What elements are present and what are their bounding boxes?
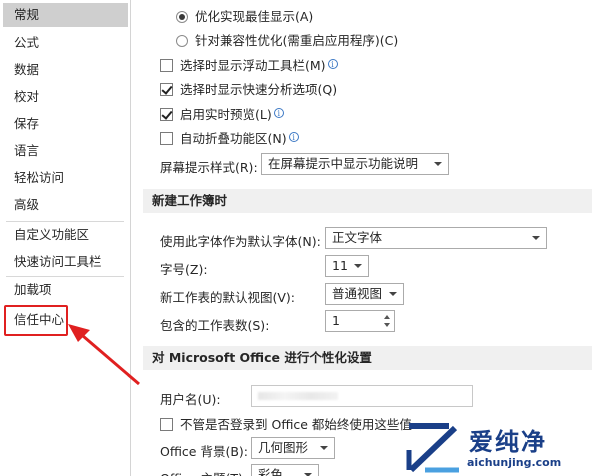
- office-theme-label: Office 主题(T):: [160, 468, 247, 476]
- live-preview-row[interactable]: 启用实时预览(L) i: [160, 104, 284, 123]
- nav-item-general[interactable]: 常规: [3, 3, 128, 27]
- info-icon[interactable]: i: [327, 59, 338, 69]
- radio-button[interactable]: [176, 35, 188, 47]
- section-header-personalize: 对 Microsoft Office 进行个性化设置: [143, 346, 592, 370]
- office-theme-dropdown[interactable]: 彩色: [251, 464, 319, 476]
- sheet-count-label: 包含的工作表数(S):: [160, 318, 270, 333]
- default-view-label: 新工作表的默认视图(V):: [160, 290, 296, 305]
- sheet-count-value: 1: [332, 313, 340, 328]
- always-use-values-label: 不管是否登录到 Office 都始终使用这些值: [180, 417, 412, 432]
- office-background-value: 几何图形: [258, 440, 309, 455]
- quick-analysis-label: 选择时显示快速分析选项(Q): [180, 82, 338, 97]
- blurred-username: [258, 392, 338, 400]
- nav-divider: [6, 221, 124, 222]
- nav-item-accessibility[interactable]: 轻松访问: [3, 166, 128, 190]
- radio-compat-row[interactable]: 针对兼容性优化(需重启应用程序)(C): [176, 30, 398, 49]
- live-preview-label: 启用实时预览(L): [180, 107, 272, 122]
- options-content: 优化实现最佳显示(A) 针对兼容性优化(需重启应用程序)(C) 选择时显示浮动工…: [131, 0, 592, 476]
- default-view-value: 普通视图: [332, 286, 383, 301]
- mini-toolbar-row[interactable]: 选择时显示浮动工具栏(M) i: [160, 55, 338, 74]
- collapse-ribbon-checkbox[interactable]: [160, 132, 173, 145]
- mini-toolbar-label: 选择时显示浮动工具栏(M): [180, 58, 326, 73]
- nav-item-customize-ribbon[interactable]: 自定义功能区: [3, 223, 128, 247]
- info-icon[interactable]: i: [273, 108, 284, 118]
- chevron-down-icon: [320, 446, 328, 450]
- chevron-down-icon: [354, 264, 362, 268]
- watermark-text: 爱纯净: [469, 428, 547, 456]
- username-input[interactable]: [251, 385, 473, 407]
- always-use-values-checkbox[interactable]: [160, 418, 173, 431]
- font-size-dropdown[interactable]: 11: [325, 255, 369, 277]
- stepper-down-icon[interactable]: [384, 323, 390, 327]
- chevron-down-icon: [434, 162, 442, 166]
- quick-analysis-checkbox[interactable]: [160, 83, 173, 96]
- radio-optimize-display-label: 优化实现最佳显示(A): [195, 9, 314, 24]
- always-use-values-row[interactable]: 不管是否登录到 Office 都始终使用这些值: [160, 414, 412, 433]
- options-nav: 常规 公式 数据 校对 保存 语言 轻松访问 高级 自定义功能区 快速访问工具栏…: [0, 0, 131, 476]
- font-size-label: 字号(Z):: [160, 262, 208, 277]
- screentip-dropdown-value: 在屏幕提示中显示功能说明: [268, 156, 419, 171]
- watermark: 爱纯净 aichunjing.com: [405, 420, 592, 476]
- nav-divider: [6, 276, 124, 277]
- nav-item-save[interactable]: 保存: [3, 112, 128, 136]
- chevron-down-icon: [532, 236, 540, 240]
- trust-center-highlight-box: [4, 305, 68, 336]
- quick-analysis-row[interactable]: 选择时显示快速分析选项(Q): [160, 79, 337, 98]
- nav-item-advanced[interactable]: 高级: [3, 193, 128, 217]
- mini-toolbar-checkbox[interactable]: [160, 59, 173, 72]
- font-size-value: 11: [332, 258, 348, 273]
- chevron-down-icon: [389, 292, 397, 296]
- live-preview-checkbox[interactable]: [160, 108, 173, 121]
- nav-item-formulas[interactable]: 公式: [3, 31, 128, 55]
- default-font-value: 正文字体: [332, 230, 383, 245]
- office-background-dropdown[interactable]: 几何图形: [251, 437, 335, 459]
- nav-item-add-ins[interactable]: 加载项: [3, 278, 128, 302]
- nav-item-data[interactable]: 数据: [3, 58, 128, 82]
- default-font-dropdown[interactable]: 正文字体: [325, 227, 547, 249]
- sheet-count-stepper[interactable]: 1: [325, 310, 395, 332]
- watermark-url: aichunjing.com: [467, 456, 562, 469]
- section-header-new-workbook: 新建工作簿时: [143, 189, 592, 213]
- default-font-label: 使用此字体作为默认字体(N):: [160, 234, 321, 249]
- radio-button-checked[interactable]: [176, 11, 188, 23]
- nav-item-quick-access-toolbar[interactable]: 快速访问工具栏: [3, 250, 128, 274]
- screentip-label: 屏幕提示样式(R):: [160, 160, 258, 175]
- radio-optimize-display-row[interactable]: 优化实现最佳显示(A): [176, 6, 313, 25]
- collapse-ribbon-row[interactable]: 自动折叠功能区(N) i: [160, 128, 299, 147]
- radio-compat-label: 针对兼容性优化(需重启应用程序)(C): [195, 33, 399, 48]
- screentip-dropdown[interactable]: 在屏幕提示中显示功能说明: [261, 153, 449, 175]
- collapse-ribbon-label: 自动折叠功能区(N): [180, 131, 287, 146]
- stepper-up-icon[interactable]: [384, 315, 390, 319]
- default-view-dropdown[interactable]: 普通视图: [325, 283, 404, 305]
- nav-item-proofing[interactable]: 校对: [3, 85, 128, 109]
- nav-item-language[interactable]: 语言: [3, 139, 128, 163]
- username-label: 用户名(U):: [160, 392, 221, 407]
- office-theme-value: 彩色: [258, 467, 284, 476]
- info-icon[interactable]: i: [288, 132, 299, 142]
- office-background-label: Office 背景(B):: [160, 444, 249, 459]
- watermark-logo-icon: [406, 423, 459, 473]
